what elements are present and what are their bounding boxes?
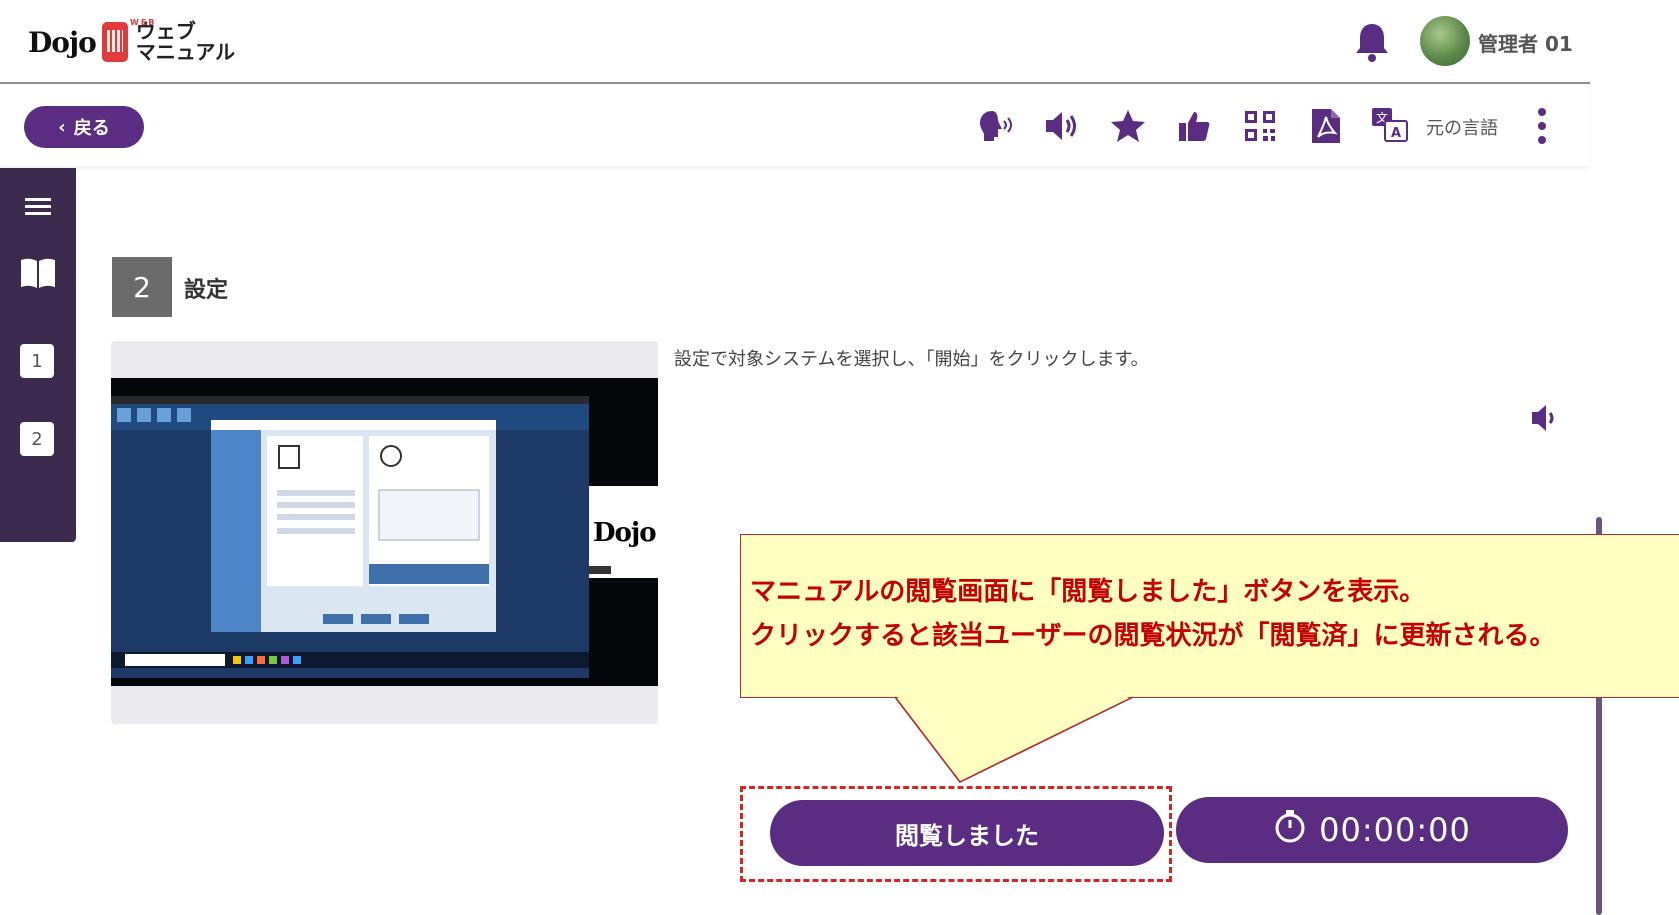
step-number-badge: 2 [112, 257, 172, 317]
qr-code-icon[interactable] [1240, 106, 1280, 146]
original-language-label[interactable]: 元の言語 [1426, 114, 1498, 140]
logo-line2: マニュアル [135, 40, 236, 64]
step-title: 設定 [184, 278, 229, 303]
sidebar-step-2[interactable]: 2 [20, 422, 54, 456]
speaker-icon[interactable] [1042, 106, 1082, 146]
bell-icon[interactable] [1352, 20, 1392, 64]
svg-text:A: A [1391, 126, 1401, 141]
stopwatch-icon [1273, 808, 1307, 852]
translate-icon[interactable]: 文 A [1370, 106, 1410, 146]
toolbar: ‹ 戻る 文 A 元の言語 [0, 84, 1590, 166]
user-name[interactable]: 管理者 01 [1478, 28, 1573, 57]
star-icon[interactable] [1108, 106, 1148, 146]
book-icon[interactable] [19, 256, 57, 290]
app-header: Dojo WEB ウェブ マニュアル 管理者 01 [0, 0, 1590, 84]
callout-line-1: マニュアルの閲覧画面に「閲覧しました」ボタンを表示。 [750, 577, 1426, 607]
chevron-left-icon: ‹ [58, 116, 66, 138]
back-button[interactable]: ‹ 戻る [24, 106, 144, 148]
back-label: 戻る [73, 118, 110, 139]
timer-button[interactable]: 00:00:00 [1176, 797, 1568, 863]
callout-line-2: クリックすると該当ユーザーの閲覧状況が「閲覧済」に更新される。 [750, 621, 1556, 651]
timer-value: 00:00:00 [1319, 811, 1471, 849]
logo-brand: Dojo [28, 25, 97, 59]
menu-icon[interactable] [25, 196, 51, 216]
step-description: 設定で対象システムを選択し、「開始」をクリックします。 [674, 349, 1149, 370]
speaker-icon[interactable] [1530, 402, 1560, 434]
phone-icon [101, 22, 128, 62]
video-player[interactable]: Dojo [111, 378, 658, 686]
logo[interactable]: Dojo WEB ウェブ マニュアル [28, 16, 235, 68]
thumbs-up-icon[interactable] [1174, 106, 1214, 146]
sidebar: 1 2 [0, 168, 76, 542]
logo-web: WEB [130, 18, 157, 27]
avatar[interactable] [1420, 16, 1470, 66]
video-watermark: Dojo [593, 518, 657, 548]
logo-text: ウェブ マニュアル [136, 21, 235, 63]
pdf-icon[interactable] [1306, 106, 1346, 146]
voice-read-icon[interactable] [976, 106, 1016, 146]
callout-text: マニュアルの閲覧画面に「閲覧しました」ボタンを表示。 クリックすると該当ユーザー… [750, 570, 1670, 658]
mark-as-read-button[interactable]: 閲覧しました [770, 800, 1164, 866]
more-vertical-icon[interactable] [1532, 106, 1552, 146]
sidebar-step-1[interactable]: 1 [20, 344, 54, 378]
